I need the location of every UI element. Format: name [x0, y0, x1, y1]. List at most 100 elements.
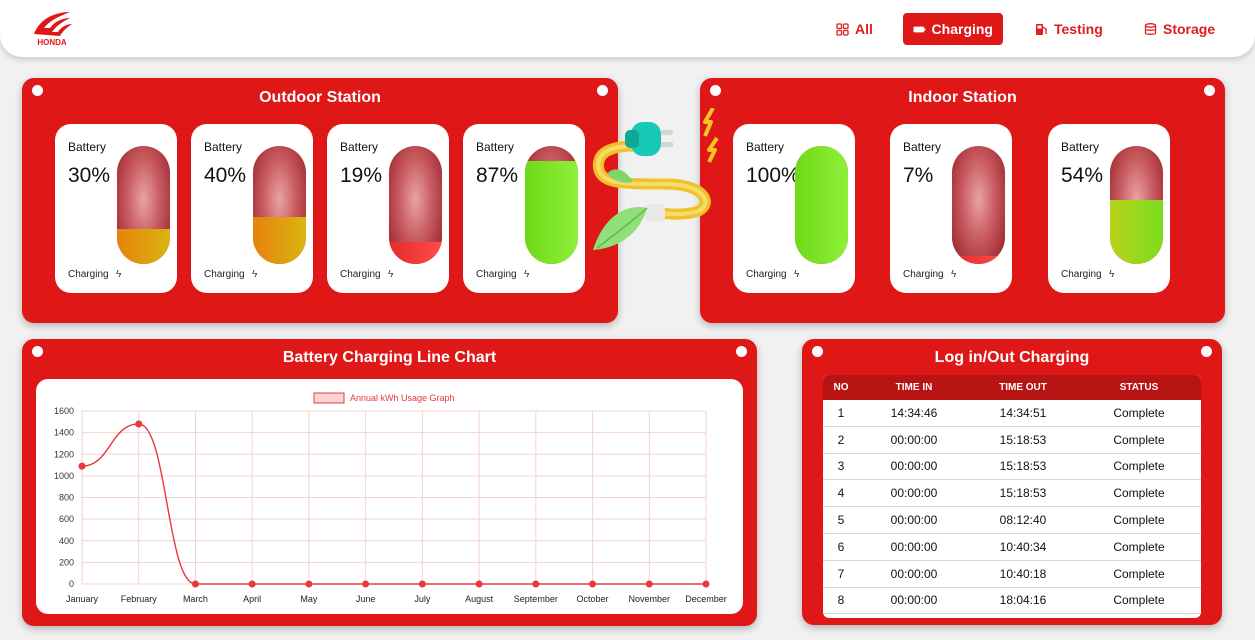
- outdoor-station-panel: Outdoor Station Battery 30% Charging ϟ Batte…: [22, 78, 618, 323]
- table-row: 7 00:00:00 10:40:18 Complete: [823, 561, 1201, 588]
- battery-status: Charging: [903, 269, 944, 280]
- y-tick-label: 1600: [54, 406, 74, 416]
- honda-logo[interactable]: HONDA: [30, 10, 74, 48]
- cell-time-out: 15:18:53: [999, 432, 1047, 447]
- y-tick-label: 0: [69, 579, 74, 589]
- lightning-icon: ϟ: [116, 269, 122, 280]
- x-tick-label: February: [121, 594, 158, 604]
- battery-gauge: [952, 146, 1005, 264]
- battery-gauge: [117, 146, 170, 264]
- x-tick-label: March: [183, 594, 208, 604]
- cell-time-in: 00:00:00: [890, 593, 938, 608]
- cell-no: 5: [837, 513, 845, 528]
- x-tick-label: October: [577, 594, 609, 604]
- cell-status: Complete: [1113, 513, 1165, 528]
- battery-fill: [117, 228, 170, 264]
- legend-label: Annual kWh Usage Graph: [350, 393, 455, 403]
- battery-card[interactable]: Battery 19% Charging ϟ: [327, 124, 449, 293]
- battery-percent: 87%: [476, 164, 519, 187]
- battery-label: Battery: [1061, 140, 1100, 154]
- cell-status: Complete: [1113, 593, 1165, 608]
- grid-icon: [836, 22, 849, 36]
- battery-label: Battery: [340, 140, 379, 154]
- battery-card[interactable]: Battery 7% Charging ϟ: [890, 124, 1012, 293]
- nav-testing-label: Testing: [1054, 21, 1103, 37]
- table-row: 4 00:00:00 15:18:53 Complete: [823, 480, 1201, 508]
- chart-panel: Battery Charging Line Chart 0 200 400 600 80…: [22, 339, 757, 626]
- y-tick-label: 400: [59, 536, 74, 546]
- lightning-icon: ϟ: [524, 269, 530, 280]
- battery-label: Battery: [476, 140, 515, 154]
- battery-gauge: [253, 146, 306, 264]
- database-icon: [1144, 22, 1157, 35]
- data-point: [475, 580, 483, 588]
- nav-all[interactable]: All: [826, 13, 883, 45]
- data-point: [702, 580, 710, 588]
- table-row: 3 00:00:00 15:18:53 Complete: [823, 454, 1201, 481]
- data-point: [248, 580, 256, 588]
- battery-gauge: [525, 146, 578, 264]
- battery-percent: 30%: [68, 164, 111, 187]
- log-panel-title: Log in/Out Charging: [934, 349, 1090, 366]
- chart-panel-title: Battery Charging Line Chart: [282, 349, 497, 366]
- header-status: STATUS: [1119, 382, 1159, 393]
- data-point: [191, 580, 199, 588]
- cell-time-in: 14:34:46: [890, 405, 938, 420]
- battery-label: Battery: [68, 140, 107, 154]
- cell-time-in: 00:00:00: [890, 432, 938, 447]
- nav-storage[interactable]: Storage: [1134, 13, 1225, 45]
- cell-time-out: 15:18:53: [999, 486, 1047, 501]
- battery-status: Charging: [68, 269, 109, 280]
- cell-time-in: 00:00:00: [890, 513, 938, 528]
- battery-card[interactable]: Battery 30% Charging ϟ: [55, 124, 177, 293]
- x-tick-label: May: [300, 594, 318, 604]
- data-point: [589, 580, 597, 588]
- x-tick-label: September: [514, 594, 558, 604]
- header-time-in: TIME IN: [895, 382, 933, 393]
- cell-time-in: 00:00:00: [890, 566, 938, 581]
- data-point: [305, 580, 313, 588]
- battery-percent: 54%: [1061, 164, 1104, 187]
- y-tick-label: 1000: [54, 471, 74, 481]
- battery-percent: 40%: [204, 164, 247, 187]
- nav-charging-label: Charging: [931, 21, 993, 37]
- cell-no: 4: [837, 486, 845, 501]
- battery-fill: [525, 161, 578, 264]
- battery-label: Battery: [204, 140, 243, 154]
- battery-status: Charging: [1061, 269, 1102, 280]
- x-tick-label: June: [356, 594, 376, 604]
- battery-status: Charging: [340, 269, 381, 280]
- cell-time-out: 10:40:34: [999, 539, 1047, 554]
- lightning-icon: ϟ: [388, 269, 394, 280]
- nav-charging[interactable]: Charging: [903, 13, 1003, 45]
- cell-status: Complete: [1113, 405, 1165, 420]
- battery-gauge: [795, 146, 848, 264]
- battery-status: Charging: [476, 269, 517, 280]
- table-row: 8 00:00:00 18:04:16 Complete: [823, 588, 1201, 615]
- cell-no: 7: [837, 566, 845, 581]
- gas-pump-icon: [1036, 23, 1047, 35]
- cell-no: 3: [837, 459, 845, 474]
- x-tick-label: December: [685, 594, 727, 604]
- table-header: NO TIME IN TIME OUT STATUS: [823, 375, 1201, 400]
- battery-card[interactable]: Battery 54% Charging ϟ: [1048, 124, 1170, 293]
- table-row: 2 00:00:00 15:18:53 Complete: [823, 427, 1201, 454]
- battery-card[interactable]: Battery 87% Charging ϟ: [463, 124, 585, 293]
- cell-time-out: 18:04:16: [999, 593, 1047, 608]
- lightning-icon: ϟ: [1109, 269, 1115, 280]
- battery-card[interactable]: Battery 40% Charging ϟ: [191, 124, 313, 293]
- cell-status: Complete: [1113, 486, 1165, 501]
- y-tick-label: 1400: [54, 428, 74, 438]
- battery-percent: 19%: [340, 164, 383, 187]
- y-tick-label: 600: [59, 514, 74, 524]
- header-no: NO: [833, 382, 849, 393]
- cell-time-out: 08:12:40: [999, 513, 1047, 528]
- battery-status: Charging: [204, 269, 245, 280]
- data-point: [645, 580, 653, 588]
- x-tick-label: January: [66, 594, 99, 604]
- cell-no: 8: [837, 593, 845, 608]
- battery-card[interactable]: Battery 100% Charging ϟ: [733, 124, 855, 293]
- nav-testing[interactable]: Testing: [1025, 13, 1113, 45]
- battery-fill: [253, 216, 306, 264]
- battery-icon: [913, 26, 926, 32]
